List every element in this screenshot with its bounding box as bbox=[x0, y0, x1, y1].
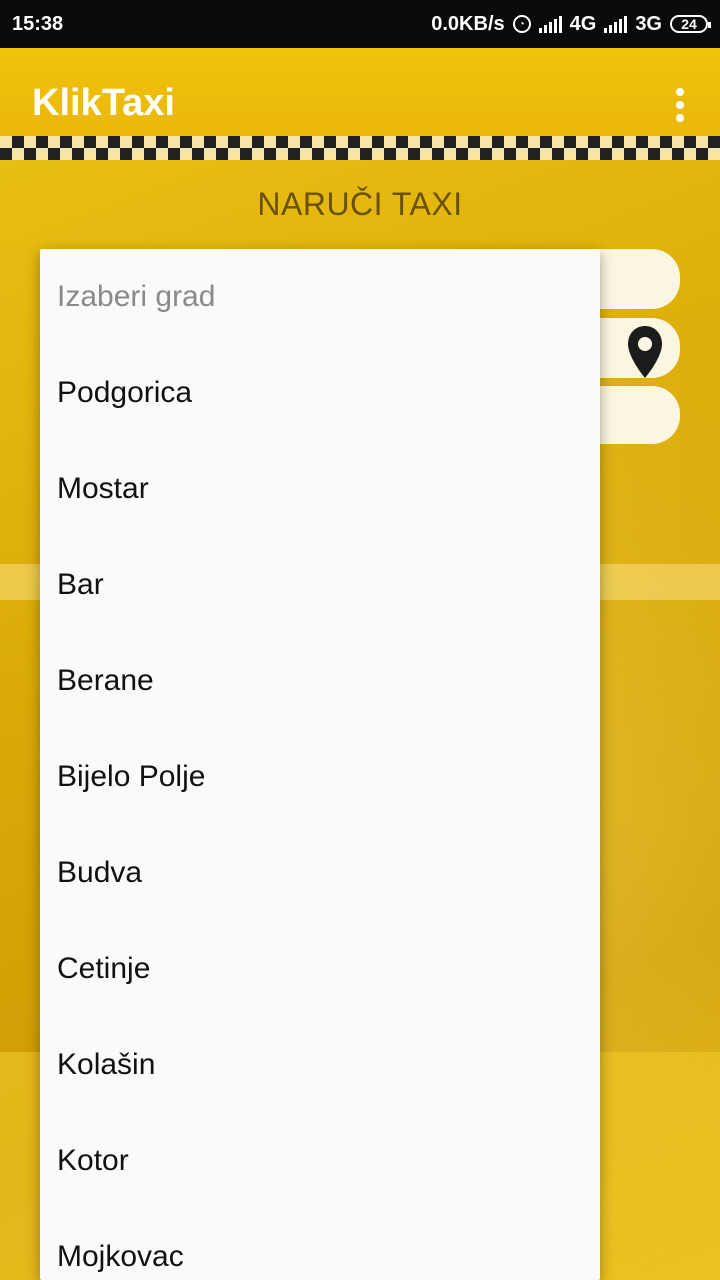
dropdown-item[interactable]: Podgorica bbox=[40, 345, 600, 441]
city-dropdown[interactable]: Izaberi grad Podgorica Mostar Bar Berane… bbox=[40, 249, 600, 1280]
signal-icon-2 bbox=[604, 15, 628, 33]
app-title: KlikTaxi bbox=[32, 82, 175, 124]
dropdown-item[interactable]: Kotor bbox=[40, 1113, 600, 1209]
dropdown-item[interactable]: Budva bbox=[40, 825, 600, 921]
dropdown-item[interactable]: Berane bbox=[40, 633, 600, 729]
dropdown-hint: Izaberi grad bbox=[57, 280, 216, 313]
battery-icon: 24 bbox=[670, 15, 711, 33]
dropdown-item[interactable]: Mostar bbox=[40, 441, 600, 537]
dropdown-item[interactable]: Cetinje bbox=[40, 921, 600, 1017]
dropdown-item[interactable]: Bijelo Polje bbox=[40, 729, 600, 825]
status-icons: 0.0KB/s ◔ 4G 3G 24 bbox=[431, 12, 711, 36]
dropdown-item[interactable]: Mojkovac bbox=[40, 1209, 600, 1280]
status-bar: 15:38 0.0KB/s ◔ 4G 3G 24 bbox=[0, 0, 720, 48]
net-speed: 0.0KB/s bbox=[431, 12, 505, 35]
dropdown-list: Podgorica Mostar Bar Berane Bijelo Polje… bbox=[40, 345, 600, 1280]
location-pin-icon[interactable] bbox=[626, 324, 664, 380]
status-time: 15:38 bbox=[12, 12, 64, 35]
alarm-icon: ◔ bbox=[512, 15, 531, 33]
more-vert-icon[interactable] bbox=[676, 88, 684, 122]
battery-level: 24 bbox=[681, 16, 697, 32]
network-type-1: 4G bbox=[569, 12, 597, 35]
network-type-2: 3G bbox=[635, 12, 662, 35]
signal-icon bbox=[538, 15, 562, 33]
checkered-divider bbox=[0, 136, 720, 160]
dropdown-item[interactable]: Kolašin bbox=[40, 1017, 600, 1113]
app-bar: KlikTaxi bbox=[0, 48, 720, 136]
dropdown-item[interactable]: Bar bbox=[40, 537, 600, 633]
page-heading: NARUČI TAXI bbox=[257, 186, 463, 222]
